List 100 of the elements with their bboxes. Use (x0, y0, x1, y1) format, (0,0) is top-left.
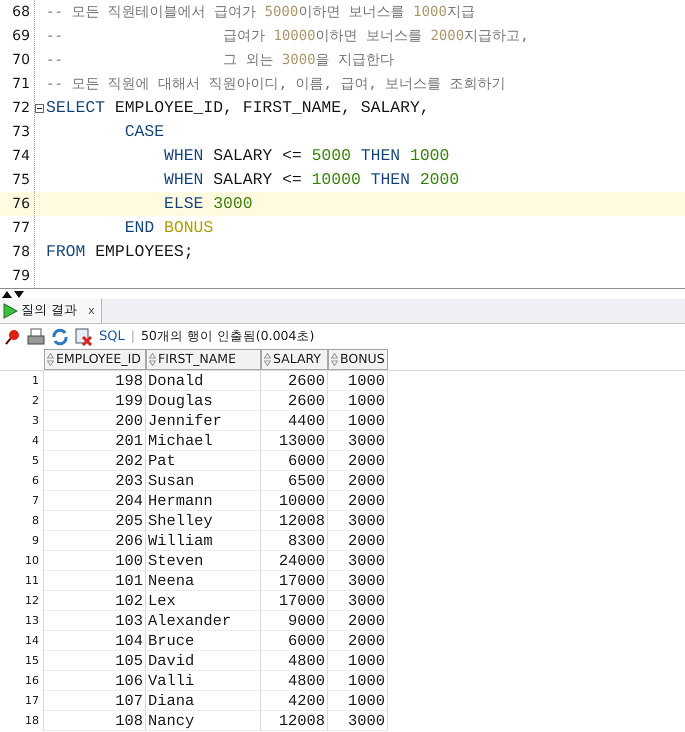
table-cell: William (146, 531, 261, 551)
table-cell: 1000 (328, 411, 388, 431)
run-icon (2, 303, 18, 319)
table-cell: Lex (146, 591, 261, 611)
table-cell: 106 (44, 671, 146, 691)
table-cell: 3000 (328, 551, 388, 571)
line-number: 71 (11, 74, 31, 94)
table-cell: Jennifer (146, 411, 261, 431)
table-cell: Michael (146, 431, 261, 451)
table-cell: 2000 (328, 631, 388, 651)
row-number: 4 (0, 431, 44, 451)
table-cell: 2000 (328, 491, 388, 511)
table-cell: 1000 (328, 671, 388, 691)
status-text: 50개의 행이 인출됨(0.004초) (140, 327, 314, 346)
table-cell: 3000 (328, 591, 388, 611)
table-cell: Diana (146, 691, 261, 711)
table-cell: 101 (44, 571, 146, 591)
table-cell: 2000 (328, 611, 388, 631)
pin-icon[interactable] (3, 328, 21, 346)
table-cell: 2000 (328, 451, 388, 471)
table-cell: 6500 (261, 471, 328, 491)
row-number: 17 (0, 691, 44, 711)
table-cell: 108 (44, 711, 146, 731)
table-cell: Shelley (146, 511, 261, 531)
line-number: 79 (11, 266, 31, 286)
table-cell: 9000 (261, 611, 328, 631)
splitter-arrows-icon[interactable] (2, 290, 24, 298)
table-cell: 6000 (261, 631, 328, 651)
row-number: 9 (0, 531, 44, 551)
sql-link[interactable]: SQL (99, 326, 125, 346)
table-cell: 10000 (261, 491, 328, 511)
close-button[interactable]: x (88, 302, 95, 320)
table-cell: 4800 (261, 651, 328, 671)
results-tab[interactable]: 질의 결과 x (0, 299, 102, 323)
table-cell: Neena (146, 571, 261, 591)
sort-icon (149, 353, 156, 366)
row-number: 15 (0, 651, 44, 671)
code-comment: -- 급여가 10000이하면 보너스를 2000지급하고, (45, 26, 529, 46)
table-cell: David (146, 651, 261, 671)
table-cell: 200 (44, 411, 146, 431)
code-line: SELECT EMPLOYEE_ID, FIRST_NAME, SALARY, (45, 96, 430, 119)
column-header[interactable]: SALARY (261, 349, 328, 370)
column-header[interactable]: FIRST_NAME (146, 349, 261, 370)
table-cell: 104 (44, 631, 146, 651)
line-number: 74 (11, 146, 31, 166)
table-cell: 1000 (328, 371, 388, 391)
table-cell: Pat (146, 451, 261, 471)
table-cell: 3000 (328, 511, 388, 531)
table-cell: 6000 (261, 451, 328, 471)
code-comment: -- 그 외는 3000을 지급한다 (45, 50, 394, 70)
column-header[interactable]: EMPLOYEE_ID (44, 349, 146, 370)
row-number: 1 (0, 371, 44, 391)
table-cell: 4400 (261, 411, 328, 431)
row-number: 3 (0, 411, 44, 431)
row-number: 14 (0, 631, 44, 651)
code-comment: -- 모든 직원에 대해서 직원아이디, 이름, 급여, 보너스를 조회하기 (45, 74, 506, 94)
code-line: WHEN SALARY <= 5000 THEN 1000 (163, 144, 450, 167)
table-cell: 17000 (261, 591, 328, 611)
table-cell: 107 (44, 691, 146, 711)
table-cell: 105 (44, 651, 146, 671)
line-number: 69 (11, 26, 31, 46)
table-cell: 2000 (328, 531, 388, 551)
line-number: 77 (11, 218, 31, 238)
code-line: ELSE 3000 (163, 192, 253, 215)
row-number: 7 (0, 491, 44, 511)
refresh-icon[interactable] (51, 328, 69, 346)
table-cell: Donald (146, 371, 261, 391)
table-cell: 8300 (261, 531, 328, 551)
row-number: 12 (0, 591, 44, 611)
fold-icon[interactable] (35, 104, 44, 112)
row-number: 10 (0, 551, 44, 571)
print-icon[interactable] (27, 328, 45, 346)
line-number: 68 (11, 2, 31, 22)
table-cell: 17000 (261, 571, 328, 591)
row-number: 6 (0, 471, 44, 491)
row-number: 5 (0, 451, 44, 471)
table-cell: Bruce (146, 631, 261, 651)
delete-grid-icon[interactable] (75, 328, 93, 346)
table-cell: 206 (44, 531, 146, 551)
row-number: 18 (0, 711, 44, 731)
column-header[interactable]: BONUS (328, 349, 388, 370)
code-line: END BONUS (124, 216, 214, 239)
table-cell: 2000 (328, 471, 388, 491)
line-number: 75 (11, 170, 31, 190)
table-cell: 2600 (261, 391, 328, 411)
table-cell: 12008 (261, 711, 328, 731)
table-cell: Nancy (146, 711, 261, 731)
sort-icon (331, 353, 338, 366)
table-cell: 100 (44, 551, 146, 571)
line-number: 72 (11, 98, 31, 118)
table-cell: 3000 (328, 711, 388, 731)
table-cell: Douglas (146, 391, 261, 411)
table-cell: 204 (44, 491, 146, 511)
table-cell: 205 (44, 511, 146, 531)
line-number: 78 (11, 242, 31, 262)
line-number: 76 (11, 194, 31, 214)
table-cell: Susan (146, 471, 261, 491)
table-cell: Alexander (146, 611, 261, 631)
tab-label[interactable]: 질의 결과 (21, 301, 78, 321)
table-cell: 198 (44, 371, 146, 391)
